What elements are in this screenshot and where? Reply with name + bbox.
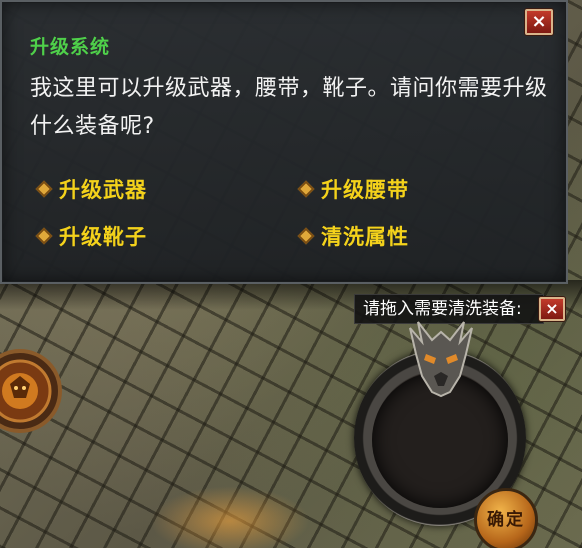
option-label: 升级靴子 [59,225,147,249]
diamond-bullet-icon [297,227,315,245]
demon-skull-ornament-icon [409,321,473,398]
option-upgrade-weapon[interactable]: 升级武器 [35,174,147,204]
dialog-close-button[interactable]: × [525,9,553,35]
upgrade-dialog: 升级系统 我这里可以升级武器，腰带，靴子。请问你需要升级什么装备呢? 升级武器 … [0,0,568,284]
dialog-title: 升级系统 [30,36,111,58]
option-label: 升级武器 [59,178,147,202]
confirm-button[interactable]: 确定 [474,488,538,548]
option-wash-attributes[interactable]: 清洗属性 [297,221,409,251]
option-label: 升级腰带 [321,178,409,202]
option-label: 清洗属性 [321,225,409,249]
option-upgrade-belt[interactable]: 升级腰带 [297,174,409,204]
option-upgrade-boots[interactable]: 升级靴子 [35,221,147,251]
game-scene: 升级系统 我这里可以升级武器，腰带，靴子。请问你需要升级什么装备呢? 升级武器 … [0,0,582,548]
fire-glow [150,486,310,548]
dialog-message: 我这里可以升级武器，腰带，靴子。请问你需要升级什么装备呢? [30,76,548,139]
slot-close-button[interactable]: × [539,297,565,321]
diamond-bullet-icon [35,180,53,198]
diamond-bullet-icon [35,227,53,245]
diamond-bullet-icon [297,180,315,198]
dragon-emblem-icon[interactable] [0,336,74,446]
